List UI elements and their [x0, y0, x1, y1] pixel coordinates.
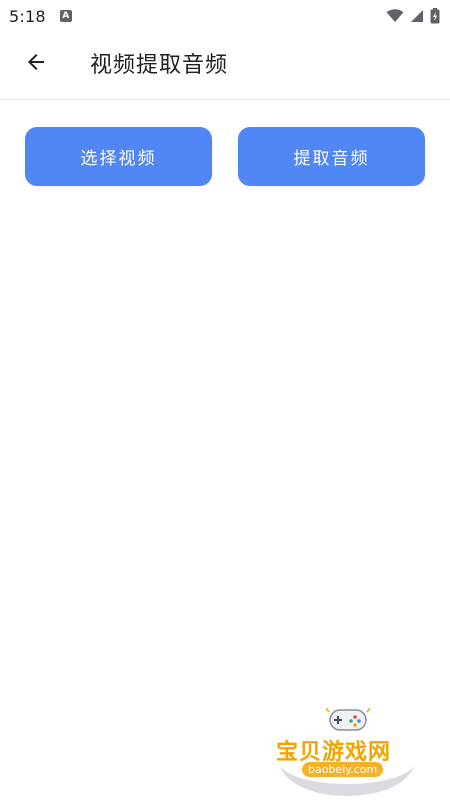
app-bar: 视频提取音频	[0, 32, 450, 100]
watermark-logo: 宝贝游戏网 baobeiy.com	[272, 700, 422, 800]
back-button[interactable]	[20, 48, 52, 80]
battery-icon	[430, 8, 440, 24]
status-time: 5:18	[9, 6, 46, 26]
gamepad-icon	[326, 707, 370, 731]
status-left: 5:18 A	[9, 7, 72, 26]
page-title: 视频提取音频	[90, 53, 229, 78]
select-video-button[interactable]: 选择视频	[25, 127, 212, 186]
cell-signal-icon	[410, 9, 424, 23]
extract-audio-button[interactable]: 提取音频	[238, 127, 425, 186]
status-right	[386, 8, 440, 24]
wifi-icon	[386, 9, 404, 23]
status-bar: 5:18 A	[0, 0, 450, 32]
watermark-url: baobeiy.com	[302, 762, 384, 777]
notification-icon: A	[59, 10, 72, 22]
arrow-back-icon	[24, 50, 48, 78]
